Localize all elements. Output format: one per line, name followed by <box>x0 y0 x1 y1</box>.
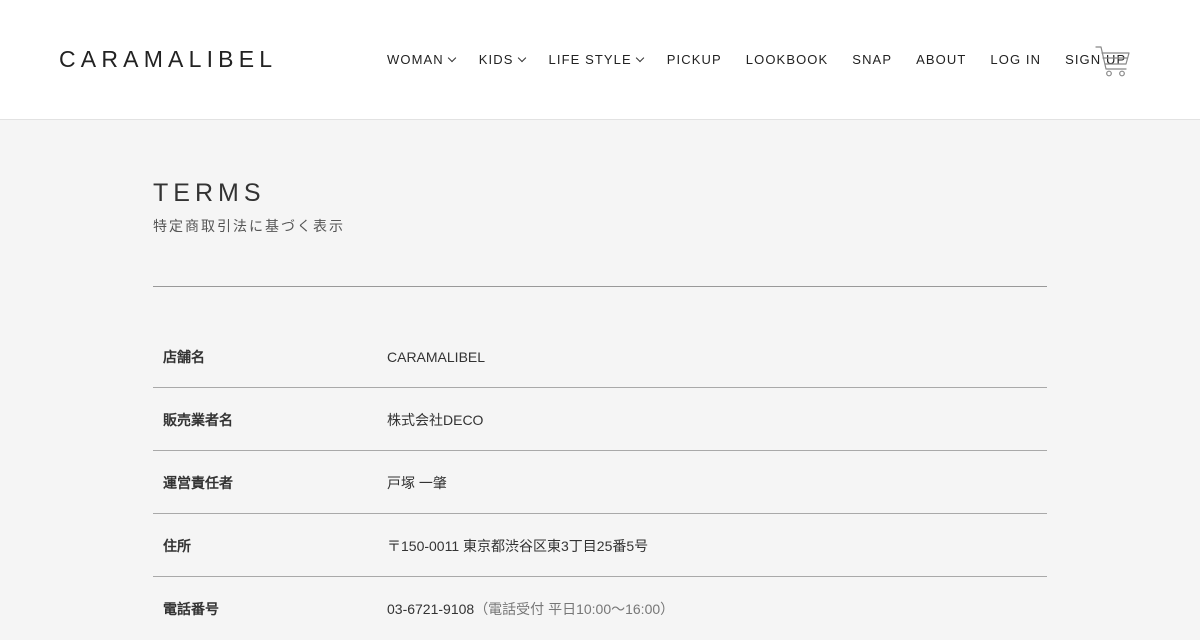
row-value-text: 〒150-0011 東京都渋谷区東3丁目25番5号 <box>387 538 649 554</box>
nav-item-about[interactable]: ABOUT <box>916 51 966 69</box>
nav-item-woman[interactable]: WOMAN <box>387 51 457 69</box>
nav-item-label: SNAP <box>852 52 893 67</box>
nav-item-log-in[interactable]: LOG IN <box>990 51 1041 69</box>
chevron-down-icon <box>517 53 526 63</box>
chevron-down-icon <box>447 53 457 63</box>
nav-item-label: PICKUP <box>666 52 722 67</box>
row-label: 店舗名 <box>163 349 205 365</box>
row-label: 販売業者名 <box>163 412 233 428</box>
page-subtitle: 特定商取引法に基づく表示 <box>153 218 345 234</box>
table-row: 電話番号 03-6721-9108（電話受付 平日10:00〜16:00） <box>153 577 1047 640</box>
phone-number[interactable]: 03-6721-9108 <box>387 601 474 617</box>
row-value: 〒150-0011 東京都渋谷区東3丁目25番5号 <box>387 537 648 555</box>
row-label: 運営責任者 <box>163 475 233 491</box>
main-nav: WOMAN KIDS LIFE STYLE PICKUP LOOKBOOK SN… <box>387 51 1126 69</box>
nav-item-pickup[interactable]: PICKUP <box>667 51 722 69</box>
row-value: CARAMALIBEL <box>387 348 485 366</box>
row-value: 株式会社DECO <box>387 411 483 429</box>
table-row: 運営責任者 戸塚 一肇 <box>153 451 1047 514</box>
nav-item-lookbook[interactable]: LOOKBOOK <box>746 51 829 69</box>
nav-item-snap[interactable]: SNAP <box>852 51 892 69</box>
terms-table: 店舗名 CARAMALIBEL 販売業者名 株式会社DECO 運営責任者 戸塚 … <box>153 325 1047 640</box>
row-label: 住所 <box>163 538 191 554</box>
shopping-cart-icon <box>1095 46 1130 77</box>
nav-item-label: ABOUT <box>916 52 967 67</box>
row-value-text: CARAMALIBEL <box>387 349 486 365</box>
nav-item-label: LOOKBOOK <box>745 52 829 67</box>
nav-item-label: WOMAN <box>387 52 444 67</box>
row-value: 戸塚 一肇 <box>387 474 447 492</box>
nav-item-kids[interactable]: KIDS <box>478 51 526 69</box>
title-divider <box>153 286 1047 287</box>
table-row: 販売業者名 株式会社DECO <box>153 388 1047 451</box>
nav-item-life-style[interactable]: LIFE STYLE <box>548 51 645 69</box>
nav-item-label: LIFE STYLE <box>548 52 632 67</box>
phone-hours-note: （電話受付 平日10:00〜16:00） <box>474 601 675 617</box>
chevron-down-icon <box>635 53 645 63</box>
nav-item-label: KIDS <box>478 52 514 67</box>
site-logo[interactable]: CARAMALIBEL <box>59 45 277 73</box>
table-row: 店舗名 CARAMALIBEL <box>153 325 1047 388</box>
cart-button[interactable] <box>1095 45 1131 79</box>
row-value: 03-6721-9108（電話受付 平日10:00〜16:00） <box>387 600 674 618</box>
site-header: CARAMALIBEL WOMAN KIDS LIFE STYLE PICKUP… <box>0 0 1200 120</box>
row-value-text: 株式会社DECO <box>387 412 484 428</box>
row-value-text: 戸塚 一肇 <box>387 475 447 491</box>
nav-item-label: LOG IN <box>990 52 1042 67</box>
table-row: 住所 〒150-0011 東京都渋谷区東3丁目25番5号 <box>153 514 1047 577</box>
page-title: TERMS <box>153 179 266 207</box>
row-label: 電話番号 <box>163 601 219 617</box>
